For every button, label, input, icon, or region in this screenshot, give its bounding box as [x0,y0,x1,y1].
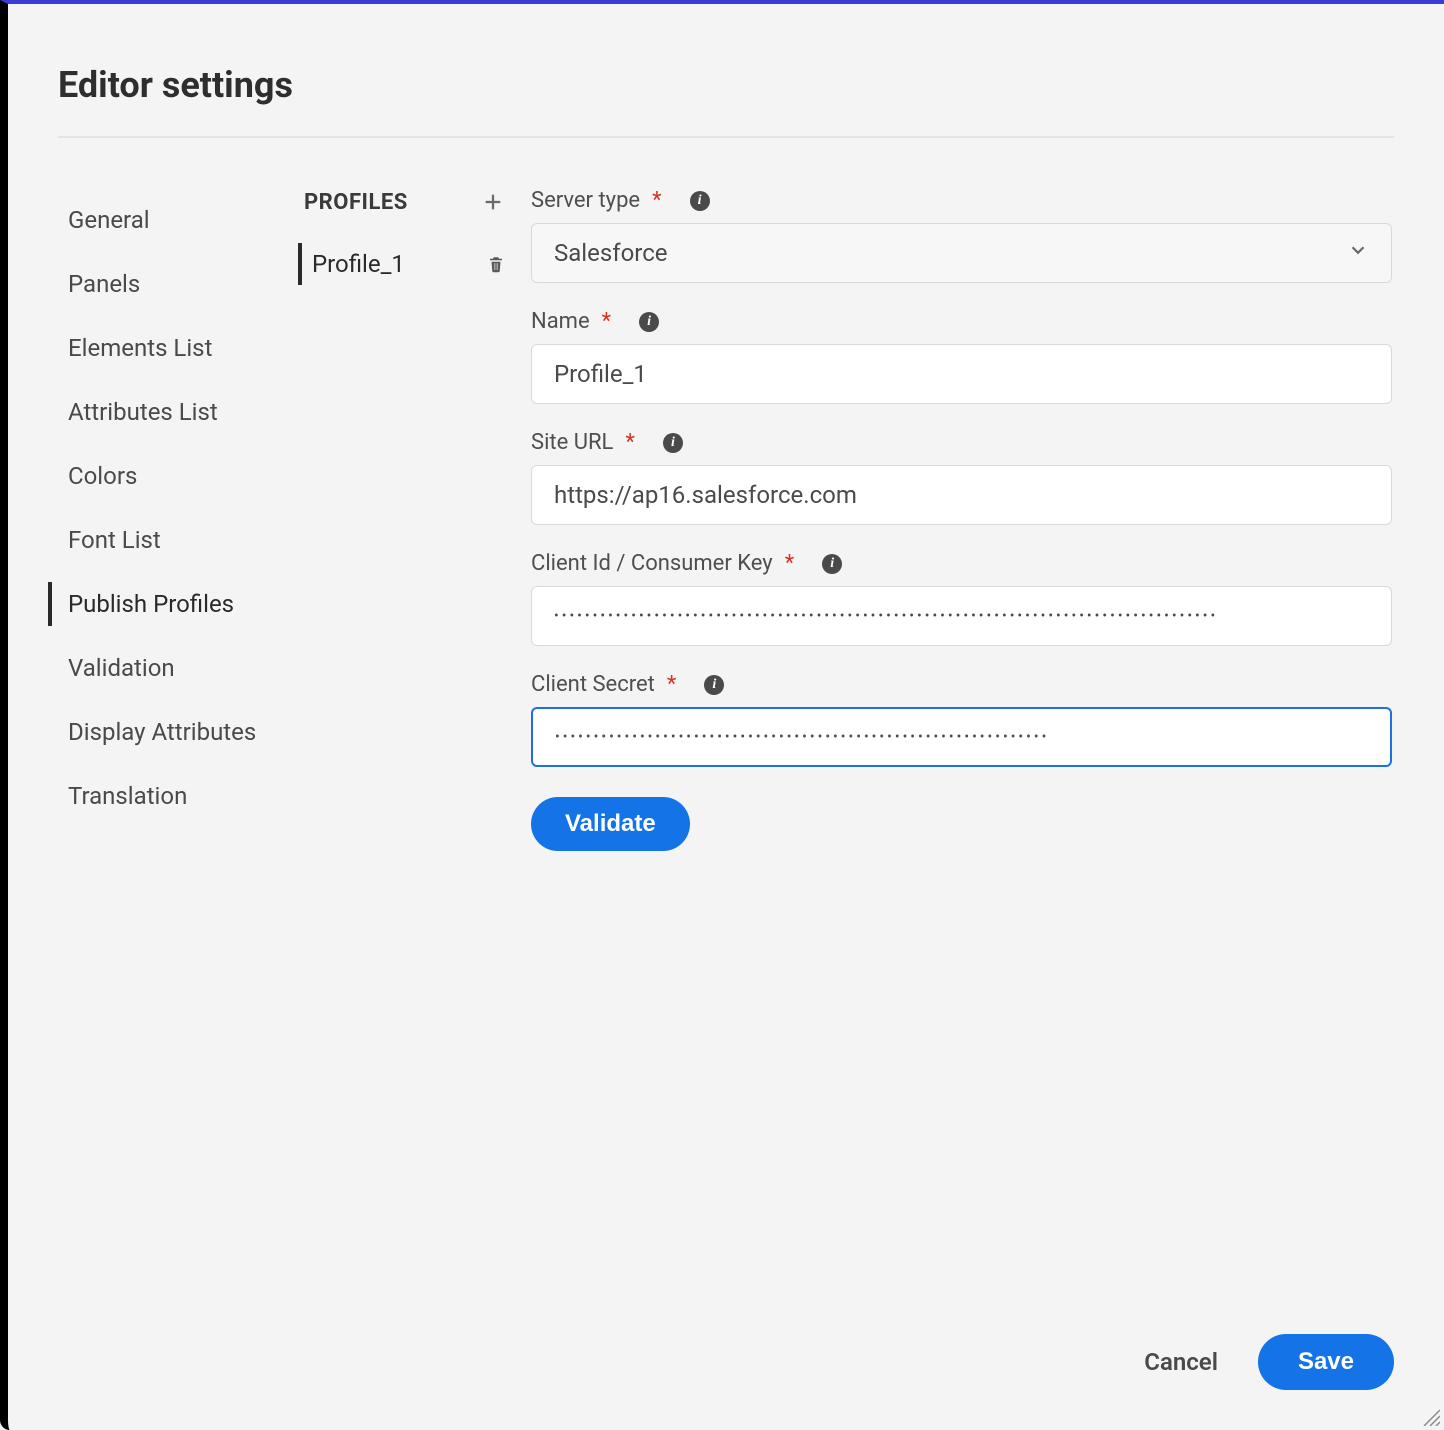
field-label-row: Server type * i [531,188,1392,213]
profile-form: Server type * i Salesforce Name * i [513,188,1394,851]
server-type-value: Salesforce [554,239,667,267]
nav-item-colors[interactable]: Colors [58,444,298,508]
field-client-id: Client Id / Consumer Key * i [531,551,1392,646]
settings-nav: General Panels Elements List Attributes … [58,188,298,851]
nav-item-elements-list[interactable]: Elements List [58,316,298,380]
info-icon[interactable]: i [704,675,724,695]
main-area: General Panels Elements List Attributes … [58,188,1394,851]
info-icon[interactable]: i [822,554,842,574]
field-name: Name * i [531,309,1392,404]
client-id-label: Client Id / Consumer Key [531,551,773,576]
site-url-label: Site URL [531,430,613,455]
nav-item-font-list[interactable]: Font List [58,508,298,572]
nav-item-general[interactable]: General [58,188,298,252]
info-icon[interactable]: i [690,191,710,211]
dialog-footer: Cancel Save [1144,1334,1394,1390]
dialog-content: Editor settings General Panels Elements … [8,4,1444,851]
info-icon[interactable]: i [639,312,659,332]
required-marker: * [667,672,676,697]
site-url-input[interactable] [531,465,1392,525]
editor-settings-dialog: Editor settings General Panels Elements … [0,0,1444,1430]
field-label-row: Client Id / Consumer Key * i [531,551,1392,576]
field-label-row: Site URL * i [531,430,1392,455]
profile-item-label: Profile_1 [312,250,405,278]
name-label: Name [531,309,590,334]
client-secret-input[interactable] [531,707,1392,767]
delete-profile-button[interactable] [485,253,507,275]
client-id-input[interactable] [531,586,1392,646]
profile-item[interactable]: Profile_1 [298,238,513,290]
profiles-header: PROFILES [298,188,513,238]
plus-icon [482,191,504,213]
validate-button[interactable]: Validate [531,797,690,851]
profiles-panel: PROFILES Profile_1 [298,188,513,851]
field-client-secret: Client Secret * i [531,672,1392,767]
nav-item-attributes-list[interactable]: Attributes List [58,380,298,444]
name-input[interactable] [531,344,1392,404]
required-marker: * [652,188,661,213]
nav-item-display-attributes[interactable]: Display Attributes [58,700,298,764]
resize-handle[interactable] [1420,1406,1440,1426]
required-marker: * [625,430,634,455]
server-type-select[interactable]: Salesforce [531,223,1392,283]
nav-item-panels[interactable]: Panels [58,252,298,316]
cancel-button[interactable]: Cancel [1144,1348,1218,1376]
info-icon[interactable]: i [663,433,683,453]
nav-item-publish-profiles[interactable]: Publish Profiles [58,572,298,636]
required-marker: * [602,309,611,334]
server-type-label: Server type [531,188,640,213]
required-marker: * [785,551,794,576]
save-button[interactable]: Save [1258,1334,1394,1390]
field-label-row: Client Secret * i [531,672,1392,697]
nav-item-validation[interactable]: Validation [58,636,298,700]
field-server-type: Server type * i Salesforce [531,188,1392,283]
trash-icon [487,254,505,274]
add-profile-button[interactable] [479,188,507,216]
resize-icon [1420,1406,1440,1426]
chevron-down-icon [1347,239,1369,267]
field-label-row: Name * i [531,309,1392,334]
field-site-url: Site URL * i [531,430,1392,525]
dialog-title: Editor settings [58,64,1394,138]
profiles-header-label: PROFILES [304,190,408,215]
client-secret-label: Client Secret [531,672,655,697]
nav-item-translation[interactable]: Translation [58,764,298,828]
